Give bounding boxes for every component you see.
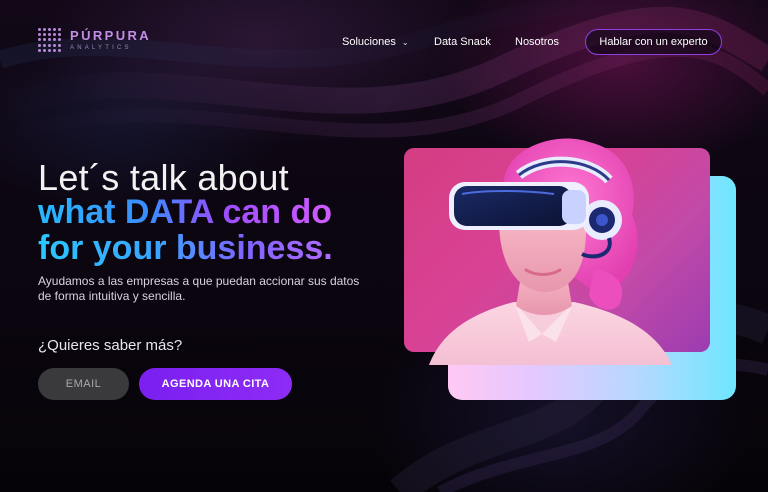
nav-item-soluciones[interactable]: Soluciones ⌄ (342, 36, 409, 48)
hero-subtitle: Ayudamos a las empresas a que puedan acc… (38, 274, 360, 303)
nav-item-data-snack[interactable]: Data Snack (434, 36, 491, 48)
brand-tagline: ANALYTICS (70, 45, 132, 51)
hero-title-line-2: what DATA can do (38, 193, 333, 231)
chevron-down-icon: ⌄ (401, 37, 409, 47)
dot-grid-icon (38, 28, 62, 52)
hero-title-line-3: for your business. (38, 229, 333, 267)
brand-logo[interactable]: PÚRPURA ANALYTICS (38, 28, 151, 52)
nav-item-nosotros[interactable]: Nosotros (515, 36, 559, 48)
nav-item-label: Nosotros (515, 36, 560, 48)
hero-question: ¿Quieres saber más? (38, 337, 183, 354)
vr-headset-woman-image (429, 138, 672, 365)
brand-name: PÚRPURA (70, 28, 152, 43)
nav-item-label: Soluciones (342, 36, 396, 48)
schedule-appointment-button[interactable]: AGENDA UNA CITA (139, 368, 292, 400)
nav-item-label: Data Snack (434, 36, 491, 48)
email-input[interactable] (38, 368, 129, 400)
talk-to-expert-button[interactable]: Hablar con un experto (585, 29, 722, 55)
